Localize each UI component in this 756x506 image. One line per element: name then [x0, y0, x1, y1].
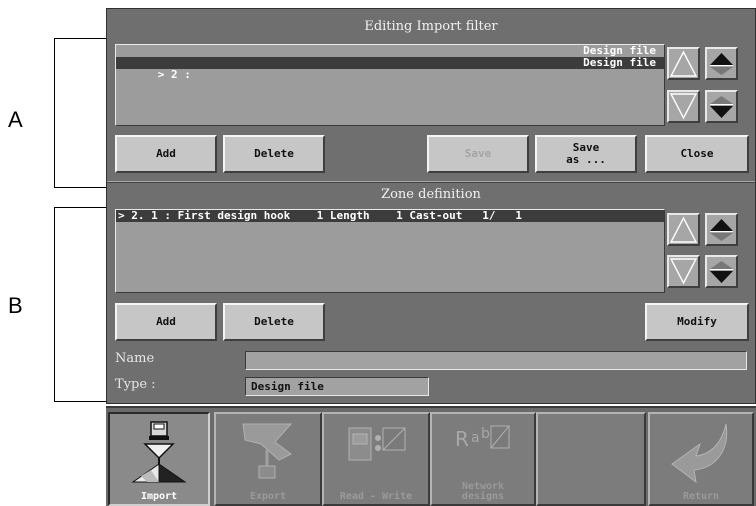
filter-editor-panel: Editing Import filter 1 : Design file > … — [106, 8, 756, 404]
add-zone-button[interactable]: Add — [115, 303, 217, 341]
read-write-icon — [348, 427, 406, 461]
annotation-label-a: A — [8, 107, 23, 132]
annotation-label-b: B — [8, 293, 23, 318]
network-icon: R a b — [455, 425, 510, 451]
return-tool-label: Return — [682, 491, 720, 502]
zone-page-up-button[interactable] — [705, 213, 738, 246]
triangle-down-icon — [669, 258, 698, 285]
svg-text:R: R — [455, 427, 469, 451]
page-up-icon — [710, 219, 733, 241]
delete-zone-button[interactable]: Delete — [223, 303, 325, 341]
page-down-icon — [710, 96, 733, 118]
close-button[interactable]: Close — [645, 135, 749, 173]
list-item-label: > 2 : — [157, 68, 191, 81]
page-up-icon — [710, 53, 733, 75]
import-icon — [131, 421, 187, 483]
bracket-b — [54, 207, 110, 402]
import-tool-label: Import — [140, 491, 178, 502]
scroll-down-button[interactable] — [667, 90, 700, 123]
list-item-selected[interactable]: > 2. 1 : First design hook 1 Length 1 Ca… — [116, 210, 664, 222]
zone-scroll-down-button[interactable] — [667, 255, 700, 288]
svg-text:b: b — [481, 426, 490, 442]
name-label: Name — [115, 351, 155, 366]
network-designs-tool-button[interactable]: R a b Network designs — [430, 412, 536, 506]
page-up-button[interactable] — [705, 47, 738, 80]
import-filter-title: Editing Import filter — [364, 19, 498, 34]
triangle-down-icon — [669, 93, 698, 120]
type-label: Type : — [115, 377, 156, 392]
import-tool-button[interactable]: Import — [108, 412, 210, 506]
type-field[interactable]: Design file — [245, 377, 429, 396]
scroll-up-button[interactable] — [667, 47, 700, 80]
add-filter-button[interactable]: Add — [115, 135, 217, 173]
delete-filter-button[interactable]: Delete — [223, 135, 325, 173]
zone-scroll-up-button[interactable] — [667, 213, 700, 246]
read-write-tool-button[interactable]: Read - Write — [322, 412, 430, 506]
page-down-icon — [710, 261, 733, 283]
zone-list[interactable]: > 2. 1 : First design hook 1 Length 1 Ca… — [115, 209, 665, 293]
svg-text:a: a — [471, 430, 480, 446]
name-field[interactable] — [245, 351, 747, 370]
bracket-a — [54, 38, 110, 188]
list-item-selected[interactable]: > 2 : Design file — [116, 56, 664, 81]
read-write-tool-label: Read - Write — [339, 491, 413, 502]
network-designs-tool-label: Network designs — [461, 481, 505, 502]
bottom-toolbar: Import Export Read - Write R a b Network… — [106, 406, 756, 506]
import-filter-list[interactable]: 1 : Design file > 2 : Design file — [115, 44, 665, 126]
export-icon — [242, 423, 293, 479]
save-as-button[interactable]: Save as ... — [535, 135, 637, 173]
empty-tool-slot — [536, 412, 646, 506]
return-tool-button[interactable]: Return — [648, 412, 754, 506]
save-button[interactable]: Save — [427, 135, 529, 173]
list-item-type: Design file — [583, 56, 656, 69]
zone-page-down-button[interactable] — [705, 255, 738, 288]
section-divider — [107, 181, 755, 183]
return-arrow-icon — [671, 423, 728, 484]
modify-button[interactable]: Modify — [645, 303, 749, 341]
triangle-up-icon — [669, 216, 698, 243]
export-tool-button[interactable]: Export — [214, 412, 322, 506]
list-item[interactable]: 1 : Design file — [116, 45, 664, 69]
export-tool-label: Export — [249, 491, 287, 502]
zone-definition-title: Zone definition — [381, 187, 481, 202]
triangle-up-icon — [669, 50, 698, 77]
page-down-button[interactable] — [705, 90, 738, 123]
